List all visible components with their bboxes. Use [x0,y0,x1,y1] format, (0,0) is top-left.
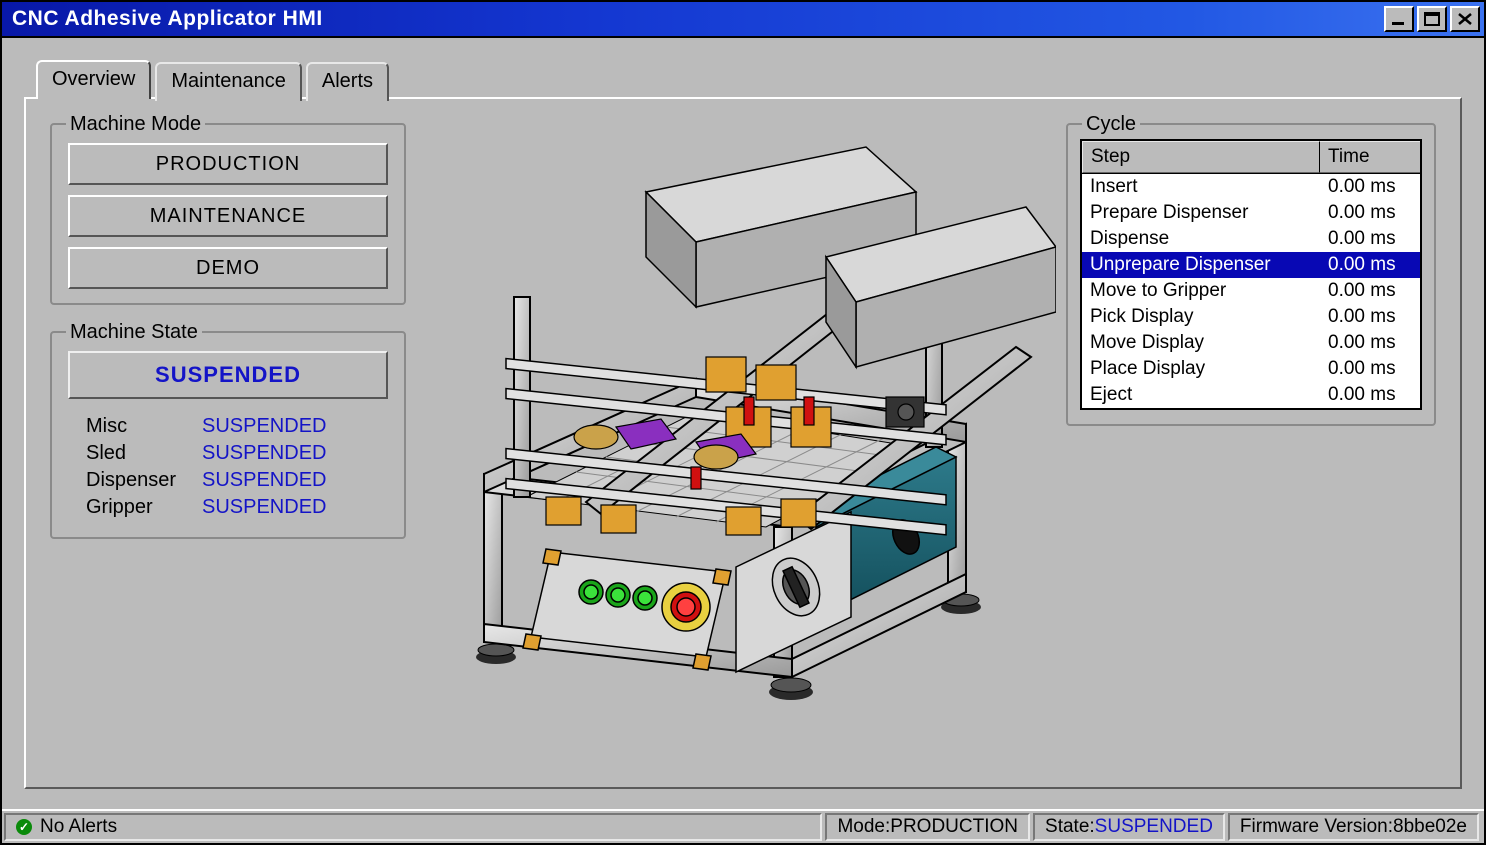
state-dispenser-value: SUSPENDED [202,469,326,492]
status-mode-label: Mode: [837,816,890,838]
left-column: Machine Mode PRODUCTION MAINTENANCE DEMO… [50,123,406,763]
state-misc-value: SUSPENDED [202,415,326,438]
state-row-dispenser: Dispenser SUSPENDED [86,469,388,492]
cycle-step: Move Display [1082,330,1320,356]
app-window: CNC Adhesive Applicator HMI Overview Mai… [0,0,1486,845]
cycle-time: 0.00 ms [1320,252,1420,278]
status-alerts-text: No Alerts [40,816,117,838]
cycle-row[interactable]: Place Display0.00 ms [1082,356,1420,382]
state-gripper-value: SUSPENDED [202,496,326,519]
status-firmware: Firmware Version: 8bbe02e [1228,813,1479,841]
cycle-row[interactable]: Insert0.00 ms [1082,174,1420,200]
mode-maintenance-button[interactable]: MAINTENANCE [68,195,388,237]
state-row-sled: Sled SUSPENDED [86,442,388,465]
cycle-time: 0.00 ms [1320,330,1420,356]
status-state-value: SUSPENDED [1095,816,1213,838]
machine-state-main[interactable]: SUSPENDED [68,351,388,399]
state-dispenser-label: Dispenser [86,469,202,492]
cycle-row[interactable]: Move to Gripper0.00 ms [1082,278,1420,304]
mode-demo-button[interactable]: DEMO [68,247,388,289]
cycle-row[interactable]: Unprepare Dispenser0.00 ms [1082,252,1420,278]
status-state-label: State: [1045,816,1095,838]
cycle-time: 0.00 ms [1320,356,1420,382]
maximize-icon [1423,12,1441,26]
cycle-legend: Cycle [1082,113,1140,136]
cycle-step: Prepare Dispenser [1082,200,1320,226]
machine-view [436,123,1036,763]
tabs: Overview Maintenance Alerts [36,60,1462,99]
state-row-gripper: Gripper SUSPENDED [86,496,388,519]
state-sled-value: SUSPENDED [202,442,326,465]
cycle-time: 0.00 ms [1320,304,1420,330]
minimize-button[interactable] [1384,6,1414,32]
tab-overview[interactable]: Overview [36,60,151,99]
cycle-time: 0.00 ms [1320,226,1420,252]
cycle-col-step: Step [1082,141,1320,173]
window-title: CNC Adhesive Applicator HMI [12,7,1384,31]
state-gripper-label: Gripper [86,496,202,519]
window-buttons [1384,6,1480,32]
state-row-misc: Misc SUSPENDED [86,415,388,438]
cycle-col-time: Time [1320,141,1420,173]
cycle-row[interactable]: Pick Display0.00 ms [1082,304,1420,330]
cycle-row[interactable]: Eject0.00 ms [1082,382,1420,408]
cycle-step: Place Display [1082,356,1320,382]
status-mode-value: PRODUCTION [890,816,1018,838]
tab-alerts[interactable]: Alerts [306,62,389,101]
cycle-step: Eject [1082,382,1320,408]
maximize-button[interactable] [1417,6,1447,32]
mode-production-button[interactable]: PRODUCTION [68,143,388,185]
cycle-row[interactable]: Move Display0.00 ms [1082,330,1420,356]
status-mode: Mode: PRODUCTION [825,813,1030,841]
status-fw-label: Firmware Version: [1240,816,1393,838]
cycle-row[interactable]: Dispense0.00 ms [1082,226,1420,252]
status-bar: ✓ No Alerts Mode: PRODUCTION State: SUSP… [2,809,1484,843]
cycle-row[interactable]: Prepare Dispenser0.00 ms [1082,200,1420,226]
cycle-step: Move to Gripper [1082,278,1320,304]
tab-panel-overview: Machine Mode PRODUCTION MAINTENANCE DEMO… [24,97,1462,789]
cycle-group: Cycle Step Time Insert0.00 ms Prepare Di… [1066,123,1436,426]
titlebar: CNC Adhesive Applicator HMI [2,2,1484,38]
minimize-icon [1390,12,1408,26]
machine-mode-group: Machine Mode PRODUCTION MAINTENANCE DEMO [50,123,406,305]
status-alerts: ✓ No Alerts [4,813,822,841]
cycle-time: 0.00 ms [1320,382,1420,408]
cycle-step: Pick Display [1082,304,1320,330]
machine-state-legend: Machine State [66,321,202,344]
status-state: State: SUSPENDED [1033,813,1225,841]
machine-state-group: Machine State SUSPENDED Misc SUSPENDED S… [50,331,406,539]
state-misc-label: Misc [86,415,202,438]
client-area: Overview Maintenance Alerts Machine Mode… [2,38,1484,809]
close-button[interactable] [1450,6,1480,32]
machine-mode-legend: Machine Mode [66,113,205,136]
cycle-table-header: Step Time [1082,141,1420,174]
cycle-time: 0.00 ms [1320,174,1420,200]
cycle-step: Insert [1082,174,1320,200]
close-icon [1456,12,1474,26]
cycle-table: Step Time Insert0.00 ms Prepare Dispense… [1080,139,1422,410]
cycle-step: Unprepare Dispenser [1082,252,1320,278]
cycle-time: 0.00 ms [1320,278,1420,304]
status-fw-value: 8bbe02e [1393,816,1467,838]
cycle-time: 0.00 ms [1320,200,1420,226]
check-icon: ✓ [16,819,32,835]
machine-illustration [396,97,1056,717]
state-sled-label: Sled [86,442,202,465]
right-column: Cycle Step Time Insert0.00 ms Prepare Di… [1066,123,1436,763]
cycle-step: Dispense [1082,226,1320,252]
tab-maintenance[interactable]: Maintenance [155,62,302,101]
